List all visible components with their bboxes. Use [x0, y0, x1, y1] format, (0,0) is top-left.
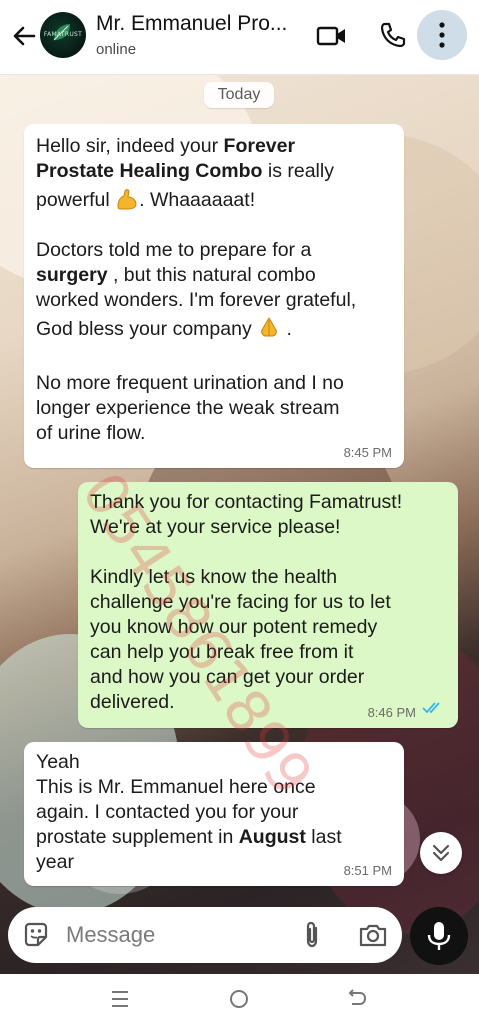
message-text: Thank you for contacting Famatrust! We'r… — [90, 491, 403, 713]
more-vert-icon[interactable] — [417, 10, 467, 60]
video-call-icon[interactable] — [316, 22, 348, 55]
scroll-to-bottom-button[interactable] — [420, 832, 462, 874]
incoming-message-3[interactable]: Yeah This is Mr. Emmanuel here once agai… — [24, 742, 404, 886]
mic-button[interactable] — [410, 907, 468, 965]
avatar[interactable]: FAMATRUST — [40, 12, 86, 58]
emoji-sticker-icon[interactable] — [22, 921, 50, 954]
message-time: 8:46 PM — [367, 705, 416, 720]
flexed-biceps-emoji-icon — [115, 188, 139, 210]
message-text: Hello sir, indeed your Forever Prostate … — [36, 135, 357, 444]
contact-name[interactable]: Mr. Emmanuel Pro... — [96, 12, 287, 36]
message-text: Yeah This is Mr. Emmanuel here once agai… — [36, 751, 342, 873]
phone-call-icon[interactable] — [378, 20, 408, 55]
recent-apps-icon[interactable] — [108, 988, 132, 1015]
arrow-back-icon[interactable] — [8, 20, 40, 52]
message-input-bar[interactable]: Message — [8, 907, 402, 963]
message-input[interactable]: Message — [66, 922, 155, 948]
home-icon[interactable] — [226, 987, 252, 1016]
folded-hands-emoji-icon — [257, 315, 281, 337]
date-separator: Today — [204, 82, 274, 108]
back-nav-icon[interactable] — [344, 987, 370, 1016]
message-time: 8:45 PM — [343, 445, 392, 460]
mic-icon — [427, 922, 451, 950]
system-navigation-bar — [0, 974, 479, 1024]
camera-icon[interactable] — [358, 921, 388, 954]
paperclip-icon[interactable] — [300, 920, 324, 955]
contact-status: online — [96, 41, 137, 58]
double-chevron-down-icon — [432, 844, 450, 862]
chat-header: FAMATRUST Mr. Emmanuel Pro... online — [0, 0, 479, 75]
outgoing-message-2[interactable]: Thank you for contacting Famatrust! We'r… — [78, 482, 458, 728]
message-time: 8:51 PM — [343, 863, 392, 878]
avatar-brand-text: FAMATRUST — [43, 31, 83, 38]
read-ticks-icon — [422, 701, 446, 720]
incoming-message-1[interactable]: Hello sir, indeed your Forever Prostate … — [24, 124, 404, 468]
